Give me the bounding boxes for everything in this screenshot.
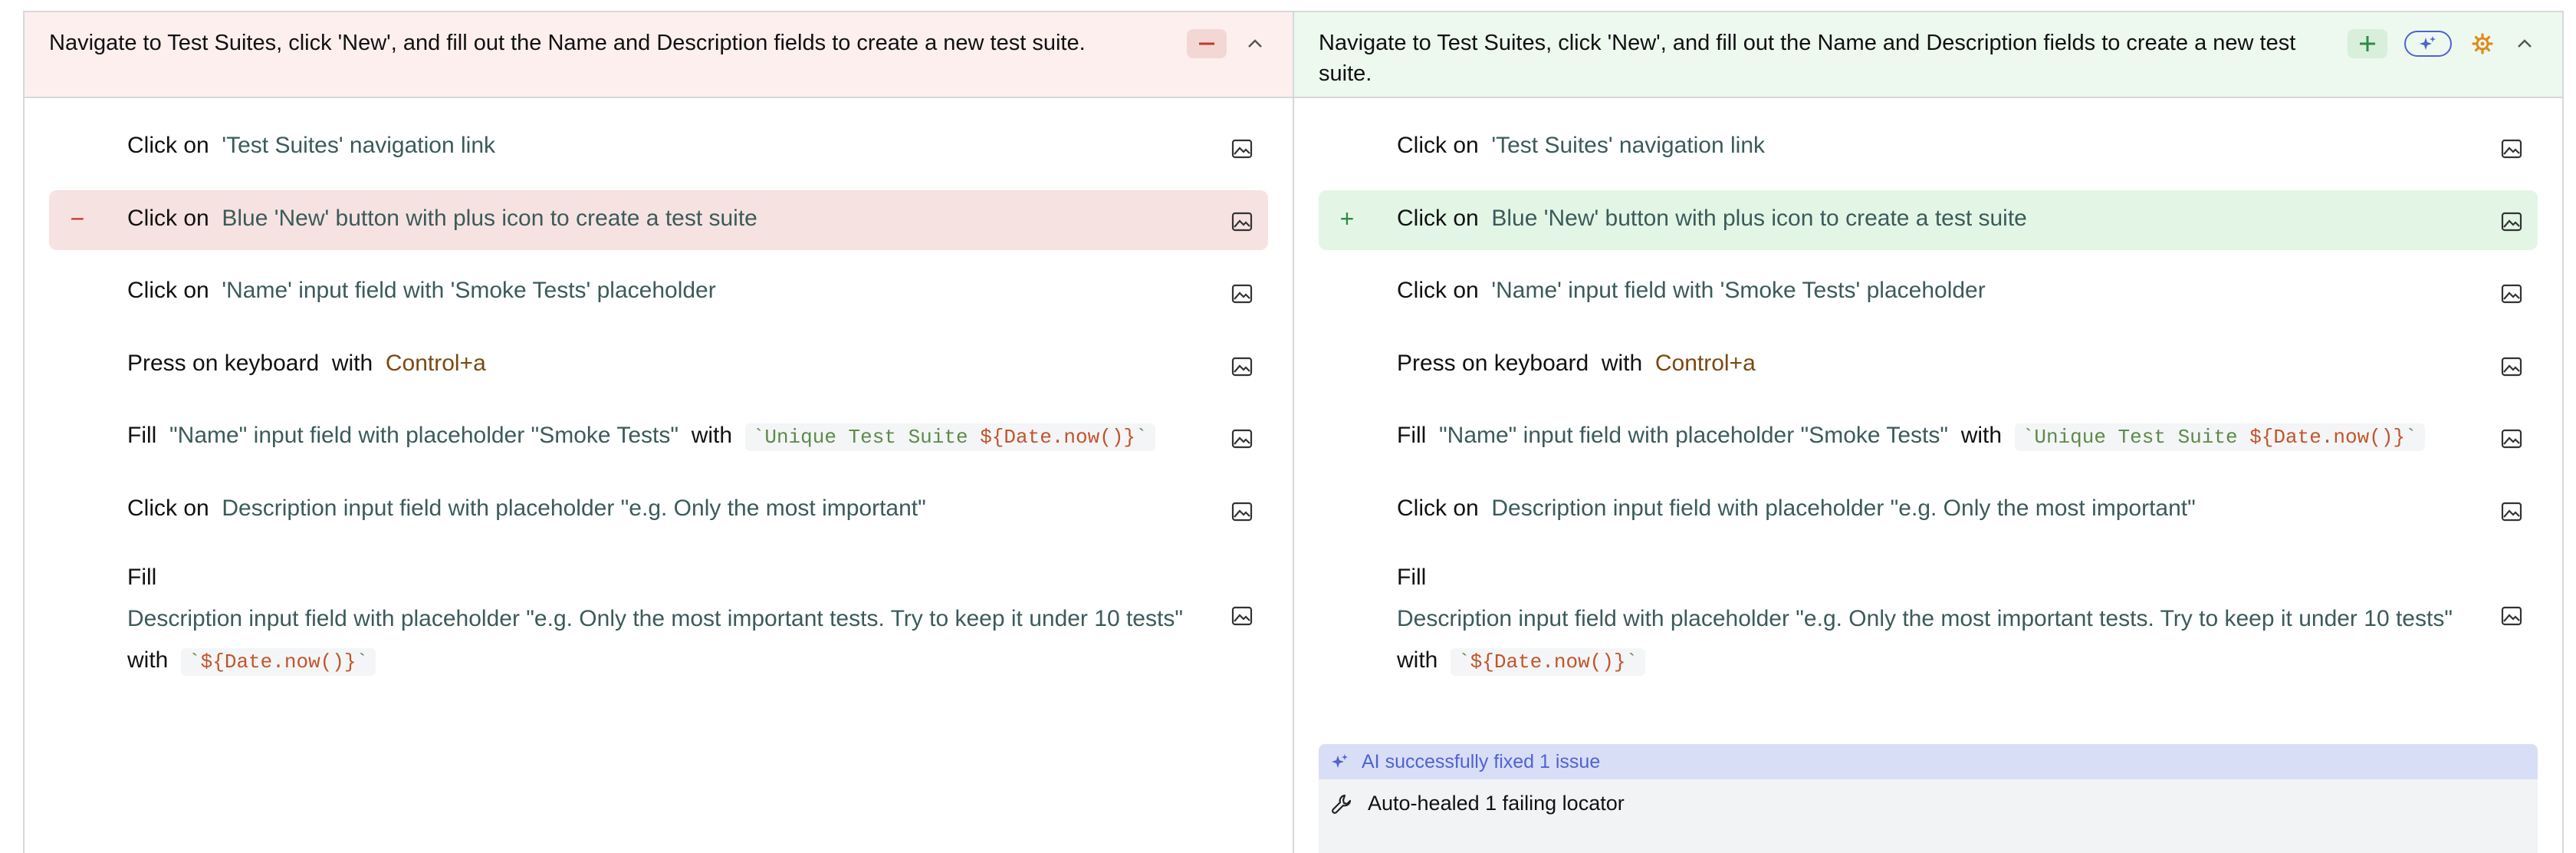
ai-toggle-button[interactable] — [2404, 31, 2452, 57]
step-action: Click on — [1397, 278, 1479, 303]
step-action: Fill — [1397, 565, 1427, 590]
step-target: Description input field with placeholder… — [1491, 495, 2196, 521]
image-icon[interactable] — [2501, 139, 2522, 159]
step-code-value: `${Date.now()}` — [181, 648, 376, 676]
step-row[interactable]: Click on 'Test Suites' navigation link — [49, 117, 1268, 177]
ai-fix-panel: AI successfully fixed 1 issue Auto-heale… — [1319, 744, 2538, 853]
step-action: Fill — [1397, 423, 1427, 448]
image-icon[interactable] — [1231, 139, 1253, 159]
step-target: Blue 'New' button with plus icon to crea… — [222, 205, 757, 231]
chevron-up-icon — [1248, 39, 1262, 48]
step-target: 'Name' input field with 'Smoke Tests' pl… — [1491, 278, 1986, 303]
image-icon[interactable] — [2501, 357, 2522, 377]
image-icon[interactable] — [2501, 502, 2522, 522]
step-target: 'Test Suites' navigation link — [222, 133, 496, 158]
ai-fix-banner: AI successfully fixed 1 issue — [1319, 744, 2538, 779]
step-with: with — [127, 647, 169, 673]
add-button[interactable] — [2348, 29, 2387, 58]
collapse-button[interactable] — [2513, 29, 2536, 58]
sparkles-icon — [1332, 754, 1348, 768]
step-target: "Name" input field with placeholder "Smo… — [1439, 423, 1949, 448]
image-icon[interactable] — [1231, 284, 1253, 304]
step-target: "Name" input field with placeholder "Smo… — [169, 423, 679, 448]
ai-fix-summary: AI successfully fixed 1 issue — [1362, 750, 1601, 772]
step-with: with — [1601, 350, 1643, 376]
step-code-value: `${Date.now()}` — [1451, 648, 1646, 676]
step-row[interactable]: Press on keyboard with Control+a — [49, 335, 1268, 395]
image-icon[interactable] — [2501, 284, 2522, 304]
step-action: Click on — [127, 133, 209, 158]
step-action: Click on — [1397, 495, 1479, 521]
image-icon[interactable] — [1231, 502, 1253, 522]
step-row[interactable]: Click on Description input field with pl… — [1319, 480, 2538, 540]
step-with: with — [331, 350, 373, 376]
step-key: Control+a — [1654, 350, 1756, 376]
step-action: Click on — [1397, 133, 1479, 158]
step-action: Press on keyboard — [127, 350, 320, 376]
step-row[interactable]: Fill "Name" input field with placeholder… — [49, 407, 1268, 467]
image-icon[interactable] — [1231, 429, 1253, 449]
image-icon[interactable] — [1231, 212, 1253, 232]
step-code-value: `Unique Test Suite ${Date.now()}` — [2014, 423, 2425, 451]
original-pane: Navigate to Test Suites, click 'New', an… — [25, 12, 1294, 853]
step-list: Click on 'Test Suites' navigation link −… — [49, 117, 1268, 703]
step-target: Description input field with placeholder… — [127, 606, 1183, 631]
step-row[interactable]: Fill "Name" input field with placeholder… — [1319, 407, 2538, 467]
step-action: Fill — [127, 423, 157, 448]
pane-header: Navigate to Test Suites, click 'New', an… — [25, 12, 1293, 98]
sparkles-icon — [2420, 36, 2436, 50]
step-row[interactable]: Fill Description input field with placeh… — [1319, 552, 2538, 690]
ai-fix-item-label: Auto-healed 1 failing locator — [1368, 792, 1625, 815]
step-row[interactable]: Fill Description input field with placeh… — [49, 552, 1268, 690]
step-row[interactable]: Click on 'Test Suites' navigation link — [1319, 117, 2538, 177]
step-action: Click on — [1397, 205, 1479, 231]
remove-button[interactable] — [1187, 29, 1227, 58]
ai-fix-item[interactable]: Auto-healed 1 failing locator — [1319, 779, 2538, 815]
step-key: Control+a — [385, 350, 486, 376]
step-target: 'Name' input field with 'Smoke Tests' pl… — [222, 278, 716, 303]
step-target: Description input field with placeholder… — [1397, 606, 2453, 631]
chevron-up-icon — [2518, 39, 2532, 48]
step-target: Description input field with placeholder… — [222, 495, 926, 521]
removed-marker: − — [70, 204, 85, 232]
diff-view: Navigate to Test Suites, click 'New', an… — [23, 11, 2564, 853]
step-with: with — [691, 423, 733, 448]
step-code-value: `Unique Test Suite ${Date.now()}` — [744, 423, 1155, 451]
step-action: Fill — [127, 565, 157, 590]
step-list: Click on 'Test Suites' navigation link +… — [1319, 117, 2538, 703]
plus-icon — [2360, 36, 2375, 51]
wrench-icon — [1332, 794, 1352, 814]
added-marker: + — [1339, 204, 1355, 232]
image-icon[interactable] — [1231, 357, 1253, 377]
step-row[interactable]: Press on keyboard with Control+a — [1319, 335, 2538, 395]
gear-icon — [2472, 33, 2493, 54]
step-action: Press on keyboard — [1397, 350, 1589, 376]
image-icon[interactable] — [2501, 606, 2522, 626]
image-icon[interactable] — [2501, 212, 2522, 232]
settings-button[interactable] — [2469, 29, 2496, 58]
healed-pane: Navigate to Test Suites, click 'New', an… — [1294, 12, 2562, 853]
step-with: with — [1397, 647, 1438, 673]
collapse-button[interactable] — [1244, 29, 1267, 58]
step-target: Blue 'New' button with plus icon to crea… — [1491, 205, 2027, 231]
step-row[interactable]: Click on 'Name' input field with 'Smoke … — [49, 262, 1268, 322]
pane-header: Navigate to Test Suites, click 'New', an… — [1294, 12, 2562, 98]
image-icon[interactable] — [1231, 606, 1253, 626]
image-icon[interactable] — [2501, 429, 2522, 449]
step-action: Click on — [127, 205, 209, 231]
step-action: Click on — [127, 495, 209, 521]
minus-icon — [1199, 42, 1214, 45]
step-with: with — [1960, 423, 2003, 448]
step-row[interactable]: Click on 'Name' input field with 'Smoke … — [1319, 262, 2538, 322]
test-description: Navigate to Test Suites, click 'New', an… — [1319, 31, 2296, 86]
step-row[interactable]: Click on Description input field with pl… — [49, 480, 1268, 540]
step-row-added[interactable]: + Click on Blue 'New' button with plus i… — [1319, 189, 2538, 250]
test-description: Navigate to Test Suites, click 'New', an… — [49, 31, 1086, 55]
step-target: 'Test Suites' navigation link — [1491, 133, 1766, 158]
step-row-removed[interactable]: − Click on Blue 'New' button with plus i… — [49, 189, 1268, 250]
step-action: Click on — [127, 278, 209, 303]
